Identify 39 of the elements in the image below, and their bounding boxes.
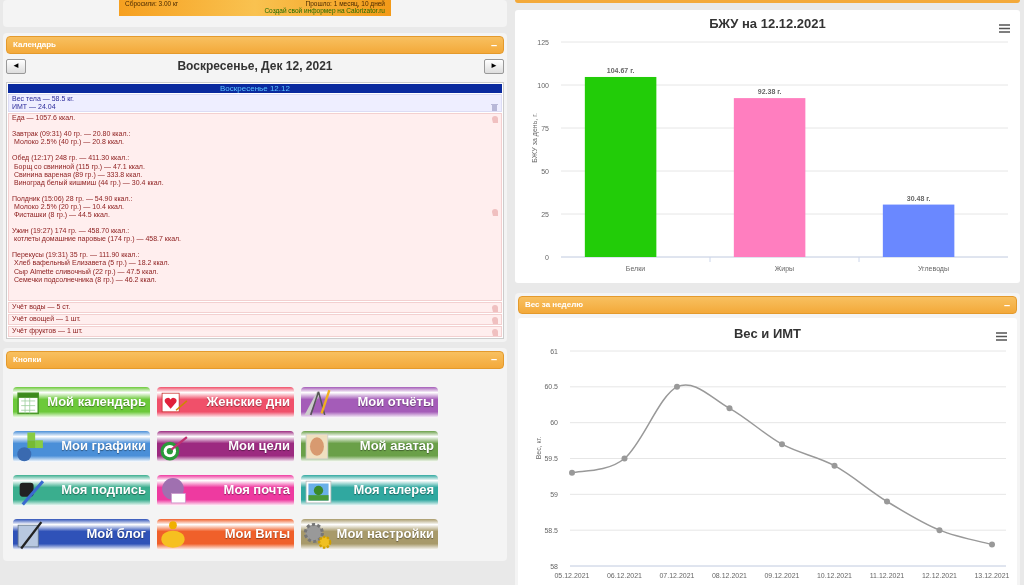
day-header: Воскресенье 12.12	[8, 84, 502, 93]
previous-button[interactable]: ◄	[6, 58, 26, 74]
collapse-button[interactable]: –	[490, 354, 497, 366]
collapse-button[interactable]: –	[490, 39, 497, 51]
hand-icon[interactable]	[491, 207, 498, 216]
panel-title: Календарь	[13, 39, 57, 51]
app-button[interactable]: Мои цели	[157, 430, 294, 462]
data-point	[674, 383, 680, 390]
next-button[interactable]: ►	[484, 58, 504, 74]
trash-icon[interactable]	[491, 103, 498, 112]
hand-icon[interactable]	[491, 115, 498, 124]
menu-icon[interactable]	[999, 24, 1010, 33]
data-point	[569, 469, 575, 476]
app-button[interactable]: Моя подпись	[13, 474, 150, 506]
data-point	[831, 462, 838, 469]
cubes-icon	[15, 430, 46, 462]
app-button[interactable]: Моя почта	[157, 474, 294, 506]
data-point	[779, 441, 785, 448]
data-point	[936, 527, 943, 534]
data-point	[621, 455, 628, 462]
data-point	[989, 541, 995, 548]
data-point	[726, 405, 733, 412]
app-button[interactable]: Мой аватар	[301, 430, 438, 462]
app-button[interactable]: Женские дни	[157, 386, 294, 418]
app-button[interactable]: Мой календарь	[13, 386, 150, 418]
panel-title: Кнопки	[13, 353, 42, 366]
data-point	[884, 498, 890, 505]
panel-title: Вес за неделю	[525, 299, 584, 311]
date-heading: Воскресенье, Дек 12, 2021	[177, 58, 333, 75]
app-button[interactable]: Мои Виты	[157, 518, 294, 550]
menu-icon[interactable]	[996, 332, 1007, 341]
chart-title: Вес и ИМТ	[734, 326, 801, 341]
app-button[interactable]: Мои отчёты	[301, 386, 438, 418]
app-button[interactable]: Мои настройки	[301, 518, 438, 550]
chart-title: БЖУ на 12.12.2021	[709, 16, 826, 31]
app-button[interactable]: Мои графики	[13, 430, 150, 462]
app-button[interactable]: Мой блог	[13, 518, 150, 550]
collapse-button[interactable]: –	[1003, 299, 1010, 311]
app-button[interactable]: Моя галерея	[301, 474, 438, 506]
